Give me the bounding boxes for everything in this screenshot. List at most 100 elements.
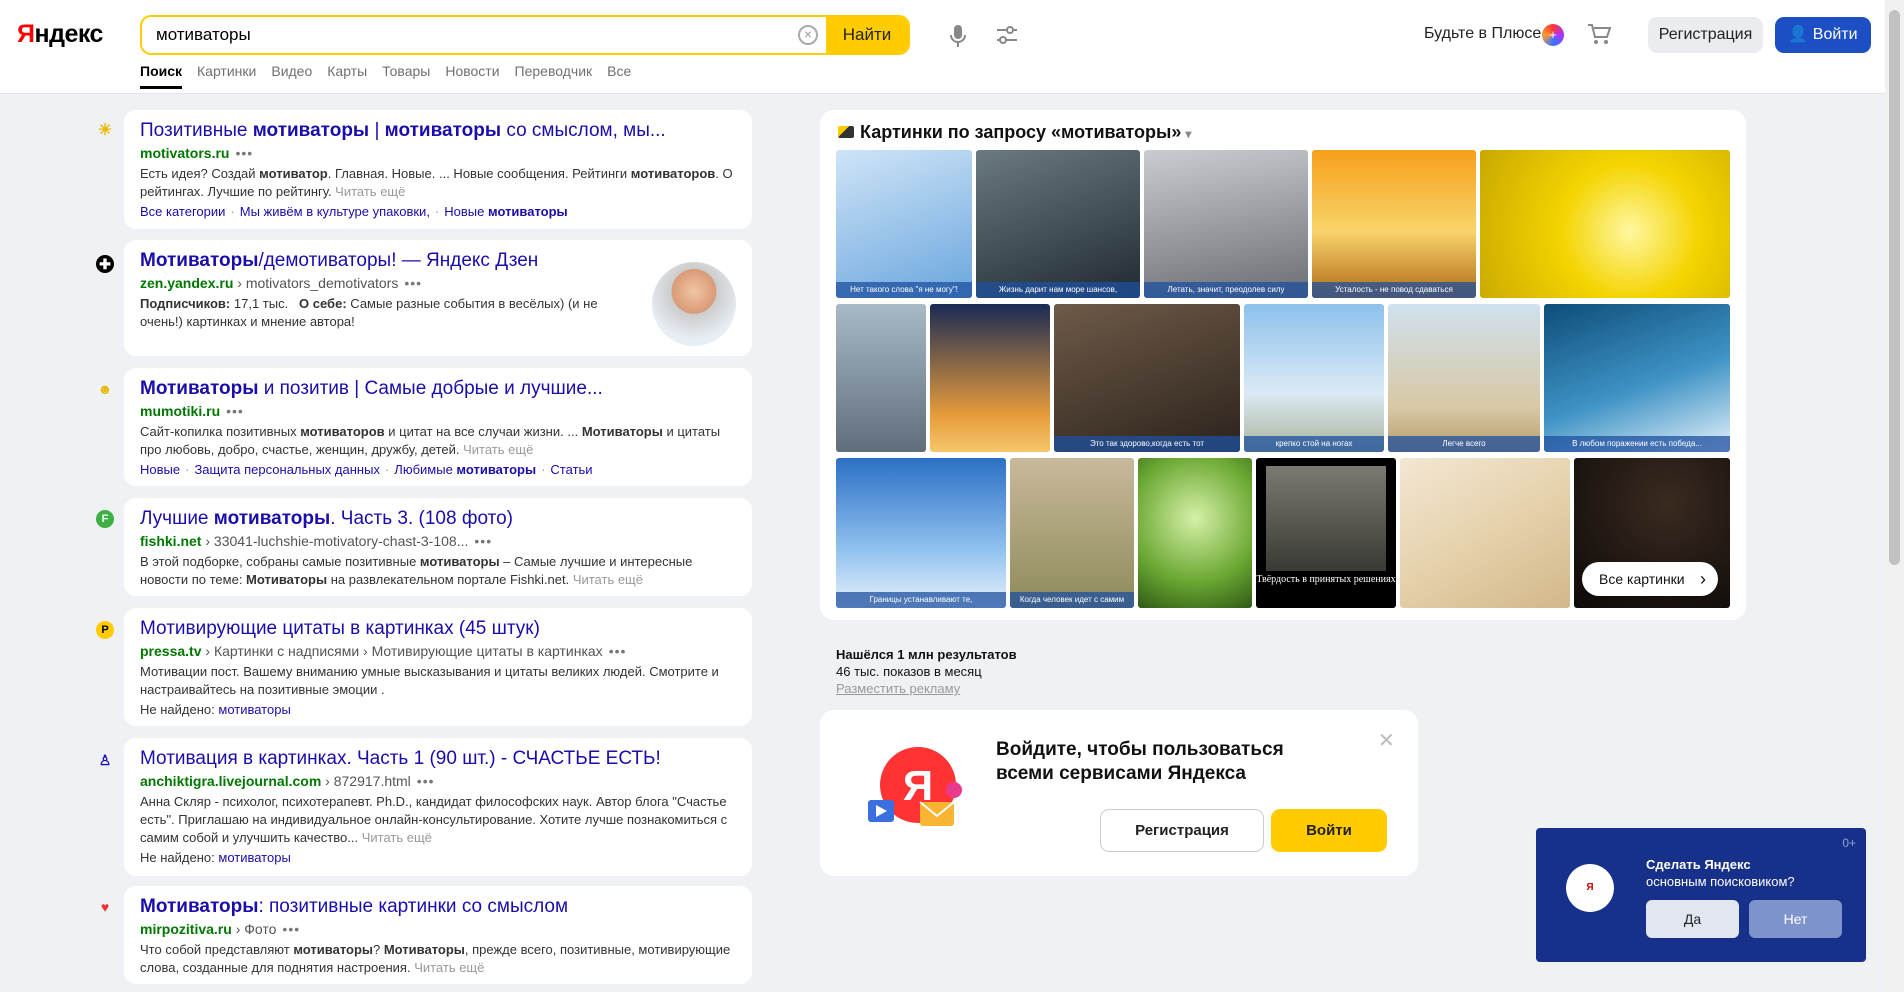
image-thumbnail[interactable]: Усталость - не повод сдаваться <box>1312 150 1476 298</box>
more-options-icon[interactable]: ••• <box>404 275 422 291</box>
sitelink[interactable]: Статьи <box>550 462 592 477</box>
microphone-icon[interactable] <box>950 24 966 48</box>
search-input[interactable] <box>156 17 786 53</box>
image-thumbnail[interactable]: Твёрдость в принятых решениях <box>1256 458 1396 608</box>
tab-all[interactable]: Все <box>607 63 631 89</box>
images-block-title[interactable]: Картинки по запросу «мотиваторы» ▾ <box>838 122 1191 143</box>
search-result: Мотиваторы: позитивные картинки со смысл… <box>124 886 752 984</box>
logo-text: ндекс <box>34 20 103 48</box>
user-icon: 👤 <box>1788 26 1809 43</box>
login-label: Войти <box>1812 26 1858 43</box>
result-title-link[interactable]: Мотиваторы и позитив | Самые добрые и лу… <box>140 377 736 401</box>
more-options-icon[interactable]: ••• <box>235 145 253 161</box>
tab-goods[interactable]: Товары <box>382 63 430 89</box>
read-more-link[interactable]: Читать ещё <box>335 184 405 199</box>
images-block: Картинки по запросу «мотиваторы» ▾ Нет та… <box>820 110 1746 620</box>
more-options-icon[interactable]: ••• <box>226 403 244 419</box>
more-options-icon[interactable]: ••• <box>282 921 300 937</box>
scrollbar[interactable] <box>1885 0 1904 992</box>
fishki-favicon-icon: F <box>96 510 114 528</box>
find-button[interactable]: Найти <box>826 17 908 53</box>
plus-icon[interactable]: + <box>1542 24 1564 46</box>
result-title-link[interactable]: Мотиваторы: позитивные картинки со смысл… <box>140 895 736 919</box>
sitelink[interactable]: Новые <box>140 462 180 477</box>
monthly-shows: 46 тыс. показов в месяц <box>836 664 982 679</box>
channel-avatar[interactable] <box>652 262 736 346</box>
image-thumbnail[interactable] <box>930 304 1050 452</box>
read-more-link[interactable]: Читать ещё <box>362 830 432 845</box>
read-more-link[interactable]: Читать ещё <box>414 960 484 975</box>
search-result: Мотивирующие цитаты в картинках (45 штук… <box>124 608 752 726</box>
image-thumbnail[interactable]: Это так здорово,когда есть тот <box>1054 304 1240 452</box>
clear-search-icon[interactable]: × <box>798 25 818 45</box>
filter-settings-icon[interactable] <box>996 24 1018 46</box>
image-thumbnail[interactable]: Легче всего <box>1388 304 1540 452</box>
image-thumbnail[interactable]: крепко стой на ногах <box>1244 304 1384 452</box>
result-url[interactable]: anchiktigra.livejournal.com › 872917.htm… <box>140 771 736 791</box>
popup-no-button[interactable]: Нет <box>1749 900 1842 938</box>
scrollbar-thumb[interactable] <box>1889 10 1900 565</box>
place-ad-link[interactable]: Разместить рекламу <box>836 680 1017 697</box>
image-thumbnail[interactable]: Летать, значит, преодолев силу <box>1144 150 1308 298</box>
result-url[interactable]: mirpozitiva.ru › Фото ••• <box>140 919 736 939</box>
tab-images[interactable]: Картинки <box>197 63 256 89</box>
sitelink[interactable]: Мы живём в культуре упаковки, <box>240 204 430 219</box>
popup-text: Сделать Яндекс основным поисковиком? <box>1646 857 1795 889</box>
result-url[interactable]: fishki.net › 33041-luchshie-motivatory-c… <box>140 531 736 551</box>
cart-icon[interactable] <box>1587 23 1611 45</box>
sitelink[interactable]: Любимые мотиваторы <box>394 462 536 477</box>
more-options-icon[interactable]: ••• <box>609 643 627 659</box>
yandex-browser-icon: Я <box>1566 864 1614 912</box>
chevron-down-icon[interactable]: ▾ <box>1185 127 1191 141</box>
image-thumbnail[interactable]: Нет такого слова "я не могу"! <box>836 150 972 298</box>
sitelinks: Новые · Защита персональных данных · Любимые… <box>140 462 593 477</box>
result-url[interactable]: zen.yandex.ru › motivators_demotivators •… <box>140 273 736 293</box>
zen-favicon-icon: ✚ <box>96 255 114 273</box>
sitelink[interactable]: Новые мотиваторы <box>444 204 567 219</box>
plus-promo-link[interactable]: Будьте в Плюсе <box>1424 25 1541 43</box>
result-title-link[interactable]: Позитивные мотиваторы | мотиваторы со см… <box>140 119 736 143</box>
popup-counter: 0+ <box>1842 836 1856 850</box>
image-thumbnail[interactable] <box>1480 150 1730 298</box>
image-thumbnail[interactable]: В любом поражении есть победа... <box>1544 304 1730 452</box>
smiley-favicon-icon: ☻ <box>97 381 113 397</box>
tab-news[interactable]: Новости <box>445 63 499 89</box>
result-snippet: Сайт-копилка позитивных мотиваторов и ци… <box>140 424 721 457</box>
yandex-logo[interactable]: Яндекс <box>17 20 103 49</box>
image-thumbnail[interactable] <box>1138 458 1252 608</box>
result-title-link[interactable]: Мотивация в картинках. Часть 1 (90 шт.) … <box>140 747 736 771</box>
more-options-icon[interactable]: ••• <box>417 773 435 789</box>
result-title-link[interactable]: Мотивирующие цитаты в картинках (45 штук… <box>140 617 736 641</box>
more-options-icon[interactable]: ••• <box>474 533 492 549</box>
all-images-button[interactable]: Все картинки › <box>1582 562 1718 596</box>
result-url[interactable]: pressa.tv › Картинки с надписями › Мотив… <box>140 641 736 661</box>
read-more-link[interactable]: Читать ещё <box>463 442 533 457</box>
read-more-link[interactable]: Читать ещё <box>573 572 643 587</box>
pressa-favicon-icon: P <box>96 621 114 639</box>
tab-translator[interactable]: Переводчик <box>515 63 593 89</box>
popup-yes-button[interactable]: Да <box>1646 900 1739 938</box>
result-url[interactable]: mumotiki.ru ••• <box>140 401 736 421</box>
sitelink[interactable]: Защита персональных данных <box>194 462 380 477</box>
promo-register-button[interactable]: Регистрация <box>1100 809 1264 852</box>
tab-video[interactable]: Видео <box>271 63 312 89</box>
register-button[interactable]: Регистрация <box>1648 17 1763 53</box>
promo-login-button[interactable]: Войти <box>1271 809 1387 852</box>
heart-eyes-favicon-icon: ♥ <box>100 899 110 915</box>
image-thumbnail[interactable] <box>1400 458 1570 608</box>
tab-maps[interactable]: Карты <box>327 63 367 89</box>
image-thumbnail[interactable]: Когда человек идет с самим <box>1010 458 1134 608</box>
result-title-link[interactable]: Мотиваторы/демотиваторы! — Яндекс Дзен <box>140 249 736 273</box>
image-thumbnail[interactable]: Жизнь дарит нам море шансов, <box>976 150 1140 298</box>
tab-search[interactable]: Поиск <box>140 63 183 89</box>
sitelink[interactable]: Все категории <box>140 204 225 219</box>
result-url[interactable]: motivators.ru ••• <box>140 143 736 163</box>
close-icon[interactable]: ✕ <box>1378 728 1395 753</box>
result-snippet: Есть идея? Создай мотиватор. Главная. Но… <box>140 166 733 199</box>
not-found-note: Не найдено: мотиваторы <box>140 850 291 865</box>
image-thumbnail[interactable] <box>836 304 926 452</box>
result-title-link[interactable]: Лучшие мотиваторы. Часть 3. (108 фото) <box>140 507 736 531</box>
search-result: Позитивные мотиваторы | мотиваторы со см… <box>124 110 752 229</box>
login-button[interactable]: 👤 Войти <box>1775 17 1871 53</box>
image-thumbnail[interactable]: Границы устанавливают те, <box>836 458 1006 608</box>
